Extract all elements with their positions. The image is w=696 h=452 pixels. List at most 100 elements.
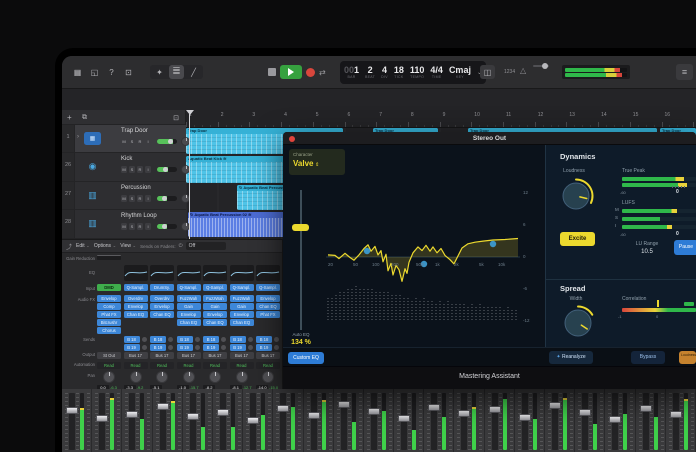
fader-cap[interactable] bbox=[277, 405, 290, 412]
fader-cap[interactable] bbox=[549, 402, 561, 409]
mixer-hierarchy-icon[interactable]: ⤴ bbox=[66, 242, 72, 251]
track-r-button[interactable]: R bbox=[137, 194, 143, 202]
audio-fx-slot[interactable]: Chorus bbox=[97, 327, 121, 334]
automation-slot[interactable]: Read bbox=[229, 362, 254, 369]
fader-cap[interactable] bbox=[609, 416, 622, 423]
audio-fx-slot[interactable]: Envelop bbox=[123, 303, 148, 310]
send-slot[interactable]: B 19 bbox=[256, 344, 272, 351]
fader-strip[interactable] bbox=[514, 389, 545, 452]
output-slot[interactable]: Bus 17 bbox=[203, 352, 227, 359]
region[interactable]: ↻ Aquatic Beat Percussion 02 ≋ bbox=[188, 212, 294, 237]
fader-strip[interactable] bbox=[62, 389, 93, 452]
send-slot[interactable]: B 19 bbox=[150, 344, 166, 351]
send-knob[interactable] bbox=[247, 345, 253, 350]
pan-knob[interactable] bbox=[262, 371, 274, 383]
audio-fx-slot[interactable]: Overdrv bbox=[150, 295, 174, 302]
eq-thumbnail[interactable] bbox=[150, 265, 174, 281]
track-header-trap-door[interactable]: 1 › ▦ Trap Door M S R I bbox=[62, 125, 190, 154]
send-knob[interactable] bbox=[221, 345, 226, 350]
audio-fx-slot[interactable]: FuzzWah bbox=[203, 295, 227, 302]
input-slot[interactable]: Q-Sampl. bbox=[123, 284, 148, 291]
track-s-button[interactable]: S bbox=[129, 166, 135, 174]
channel-strip[interactable]: DrumSy. Overdrv Envelop Chan EQ B 18 B 19 Bus … bbox=[150, 253, 174, 389]
send-slot[interactable]: B 18 bbox=[176, 336, 193, 343]
sends-on-faders-select[interactable]: Off bbox=[185, 242, 226, 250]
fader-track[interactable] bbox=[189, 393, 196, 450]
width-knob[interactable] bbox=[559, 304, 597, 342]
track-m-button[interactable]: M bbox=[121, 223, 127, 231]
settings-icon[interactable]: ✦ bbox=[152, 65, 167, 79]
fader-cap[interactable] bbox=[367, 408, 380, 415]
send-knob[interactable] bbox=[141, 345, 147, 350]
fader-strip[interactable] bbox=[303, 389, 334, 452]
audio-fx-slot[interactable]: Chan EQ bbox=[229, 319, 254, 326]
send-knob[interactable] bbox=[194, 345, 200, 350]
send-slot[interactable]: B 18 bbox=[203, 336, 219, 343]
send-knob[interactable] bbox=[168, 345, 173, 350]
disclosure-icon[interactable]: › bbox=[77, 134, 79, 140]
fader-cap[interactable] bbox=[96, 415, 109, 422]
lcd-display[interactable]: 001 BAR 2 BEAT 4 DIV 18 TICK 110 TEMPO 4/4 TIME Cmaj… bbox=[340, 61, 486, 84]
custom-eq-button[interactable]: Custom EQ bbox=[288, 352, 324, 364]
track-r-button[interactable]: R bbox=[137, 166, 143, 174]
send-slot[interactable]: B 18 bbox=[229, 336, 246, 343]
fader-cap[interactable] bbox=[247, 417, 260, 424]
fader-track[interactable] bbox=[461, 393, 468, 450]
audio-fx-slot[interactable]: Gain bbox=[229, 303, 254, 310]
output-slot[interactable]: Bus 17 bbox=[176, 352, 201, 359]
duplicate-track-button[interactable]: ⧉ bbox=[82, 114, 87, 122]
send-slot[interactable]: B 18 bbox=[256, 336, 272, 343]
eq-thumbnail[interactable] bbox=[176, 265, 201, 281]
send-slot[interactable]: B 18 bbox=[150, 336, 166, 343]
fader-strip[interactable] bbox=[635, 389, 666, 452]
input-slot[interactable]: Q-Sampl. bbox=[229, 284, 254, 291]
fader-cap[interactable] bbox=[639, 405, 652, 412]
audio-fx-slot[interactable]: Overdrv bbox=[123, 295, 148, 302]
pan-knob[interactable] bbox=[156, 371, 168, 383]
automation-slot[interactable]: Read bbox=[97, 362, 121, 369]
fader-strip[interactable] bbox=[243, 389, 274, 452]
send-knob[interactable] bbox=[221, 337, 226, 342]
track-header-percussion[interactable]: 27 ▥ Percussion M S R I bbox=[62, 181, 190, 211]
send-slot[interactable]: B 19 bbox=[176, 344, 193, 351]
fader-strip[interactable] bbox=[212, 389, 244, 452]
auto-eq-slider-handle[interactable] bbox=[292, 224, 309, 231]
send-knob[interactable] bbox=[141, 337, 147, 342]
track-s-button[interactable]: S bbox=[129, 223, 135, 231]
fader-strip[interactable] bbox=[484, 389, 515, 452]
cycle-button[interactable]: ⇄ bbox=[319, 68, 326, 77]
fader-strip[interactable] bbox=[424, 389, 455, 452]
plugin-titlebar[interactable]: Stereo Out bbox=[283, 132, 696, 145]
track-header-kick[interactable]: 26 ◉ Kick M S R I bbox=[62, 153, 190, 182]
track-i-button[interactable]: I bbox=[145, 194, 151, 202]
auto-eq-slider-track[interactable] bbox=[300, 190, 302, 330]
pencil-icon[interactable]: ╱ bbox=[186, 65, 201, 79]
automation-slot[interactable]: Read bbox=[150, 362, 174, 369]
excite-button[interactable]: Excite bbox=[560, 232, 595, 246]
fader-cap[interactable] bbox=[66, 407, 78, 414]
mixer-menu-options[interactable]: Options ⌄ bbox=[94, 243, 116, 249]
pause-button[interactable]: Pause bbox=[674, 240, 696, 255]
fader-strip[interactable] bbox=[182, 389, 213, 452]
mixer-menu-edit[interactable]: Edit ⌄ bbox=[76, 243, 90, 249]
channel-strip[interactable]: Q-Sampl. FuzzWah Gain Envelop Chan EQ B 18 B 1… bbox=[176, 253, 201, 389]
input-slot[interactable]: DMD bbox=[97, 284, 121, 291]
audio-fx-slot[interactable]: Gain bbox=[176, 303, 201, 310]
audio-fx-slot[interactable]: Chan EQ bbox=[123, 311, 148, 318]
count-in-button[interactable]: 1234 bbox=[504, 69, 515, 75]
fader-cap[interactable] bbox=[398, 415, 411, 422]
fader-cap[interactable] bbox=[669, 411, 682, 418]
play-button[interactable] bbox=[280, 65, 302, 79]
stepper-icon[interactable]: ⇕ bbox=[315, 162, 319, 168]
output-slot[interactable]: St Out bbox=[97, 352, 121, 359]
fader-cap[interactable] bbox=[307, 412, 320, 419]
fader-track[interactable] bbox=[159, 393, 166, 450]
fader-cap[interactable] bbox=[428, 404, 441, 411]
fader-track[interactable] bbox=[582, 393, 589, 450]
track-r-button[interactable]: R bbox=[137, 223, 143, 231]
output-slot[interactable]: Bus 17 bbox=[256, 352, 280, 359]
lcd-mode-button[interactable]: ◫ bbox=[480, 65, 495, 79]
fader-track[interactable] bbox=[219, 393, 226, 450]
audio-fx-slot[interactable]: Chan EQ bbox=[150, 311, 174, 318]
bypass-button[interactable]: Bypass bbox=[631, 351, 665, 364]
